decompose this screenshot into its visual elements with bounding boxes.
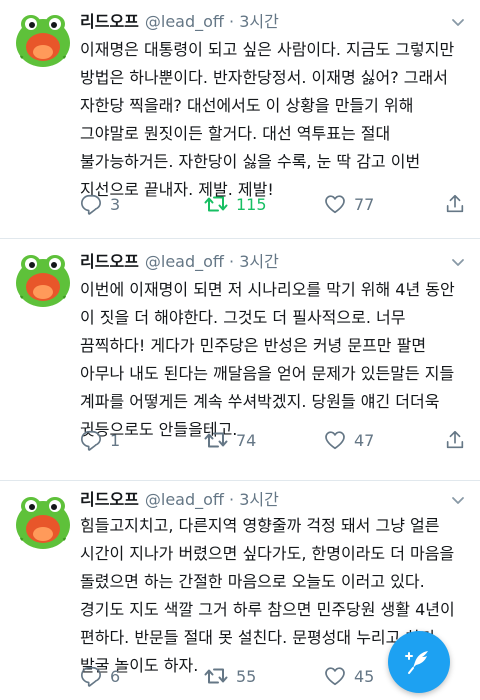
user-handle[interactable]: @lead_off bbox=[145, 490, 224, 509]
reply-button[interactable]: 3 bbox=[80, 192, 120, 216]
like-button[interactable]: 77 bbox=[324, 192, 374, 216]
retweet-button[interactable]: 115 bbox=[204, 192, 267, 216]
user-handle[interactable]: @lead_off bbox=[145, 12, 224, 31]
heart-icon bbox=[324, 429, 346, 451]
retweet-count: 115 bbox=[236, 194, 267, 214]
separator: · bbox=[229, 490, 235, 509]
chevron-down-icon[interactable] bbox=[450, 492, 466, 508]
tweet[interactable]: 리드오프 @lead_off · 3시간 이번에 이재명이 되면 저 시나리오를 … bbox=[0, 238, 480, 480]
avatar[interactable] bbox=[14, 10, 72, 68]
reply-icon bbox=[80, 193, 102, 215]
timestamp[interactable]: 3시간 bbox=[239, 12, 279, 31]
separator: · bbox=[229, 252, 235, 271]
timestamp[interactable]: 3시간 bbox=[239, 252, 279, 271]
retweet-button[interactable]: 55 bbox=[204, 664, 256, 688]
user-handle[interactable]: @lead_off bbox=[145, 252, 224, 271]
heart-icon bbox=[324, 665, 346, 687]
tweet-header: 리드오프 @lead_off · 3시간 bbox=[80, 250, 279, 274]
tweet-header: 리드오프 @lead_off · 3시간 bbox=[80, 10, 279, 34]
share-icon bbox=[444, 429, 466, 451]
tweet-actions: 1 74 47 bbox=[80, 428, 468, 452]
tweet-actions: 3 115 77 bbox=[80, 192, 468, 216]
retweet-count: 55 bbox=[236, 666, 257, 686]
retweet-icon bbox=[204, 192, 228, 216]
avatar[interactable] bbox=[14, 250, 72, 308]
retweet-icon bbox=[204, 428, 228, 452]
chevron-down-icon[interactable] bbox=[450, 254, 466, 270]
share-button[interactable] bbox=[444, 428, 474, 452]
share-icon bbox=[444, 193, 466, 215]
reply-button[interactable]: 1 bbox=[80, 428, 120, 452]
retweet-button[interactable]: 74 bbox=[204, 428, 256, 452]
display-name[interactable]: 리드오프 bbox=[80, 12, 139, 31]
display-name[interactable]: 리드오프 bbox=[80, 252, 139, 271]
like-count: 47 bbox=[354, 430, 375, 450]
avatar[interactable] bbox=[14, 492, 72, 550]
tweet-text: 이번에 이재명이 되면 저 시나리오를 막기 위해 4년 동안 이 짓을 더 해… bbox=[80, 280, 455, 439]
reply-count: 6 bbox=[110, 666, 121, 686]
like-count: 77 bbox=[354, 194, 375, 214]
like-count: 45 bbox=[354, 666, 375, 686]
like-button[interactable]: 47 bbox=[324, 428, 374, 452]
display-name[interactable]: 리드오프 bbox=[80, 490, 139, 509]
reply-count: 3 bbox=[110, 194, 121, 214]
tweet[interactable]: 리드오프 @lead_off · 3시간 이재명은 대통령이 되고 싶은 사람이다… bbox=[0, 0, 480, 238]
reply-icon bbox=[80, 429, 102, 451]
like-button[interactable]: 45 bbox=[324, 664, 374, 688]
reply-count: 1 bbox=[110, 430, 121, 450]
compose-feather-icon bbox=[405, 651, 428, 674]
timestamp[interactable]: 3시간 bbox=[239, 490, 279, 509]
compose-tweet-button[interactable] bbox=[388, 631, 450, 693]
share-button[interactable] bbox=[444, 192, 474, 216]
reply-button[interactable]: 6 bbox=[80, 664, 120, 688]
chevron-down-icon[interactable] bbox=[450, 14, 466, 30]
reply-icon bbox=[80, 665, 102, 687]
retweet-icon bbox=[204, 664, 228, 688]
tweet-text: 이재명은 대통령이 되고 싶은 사람이다. 지금도 그렇지만 방법은 하나뿐이다… bbox=[80, 40, 455, 199]
separator: · bbox=[229, 12, 235, 31]
heart-icon bbox=[324, 193, 346, 215]
retweet-count: 74 bbox=[236, 430, 257, 450]
tweet-header: 리드오프 @lead_off · 3시간 bbox=[80, 488, 279, 512]
